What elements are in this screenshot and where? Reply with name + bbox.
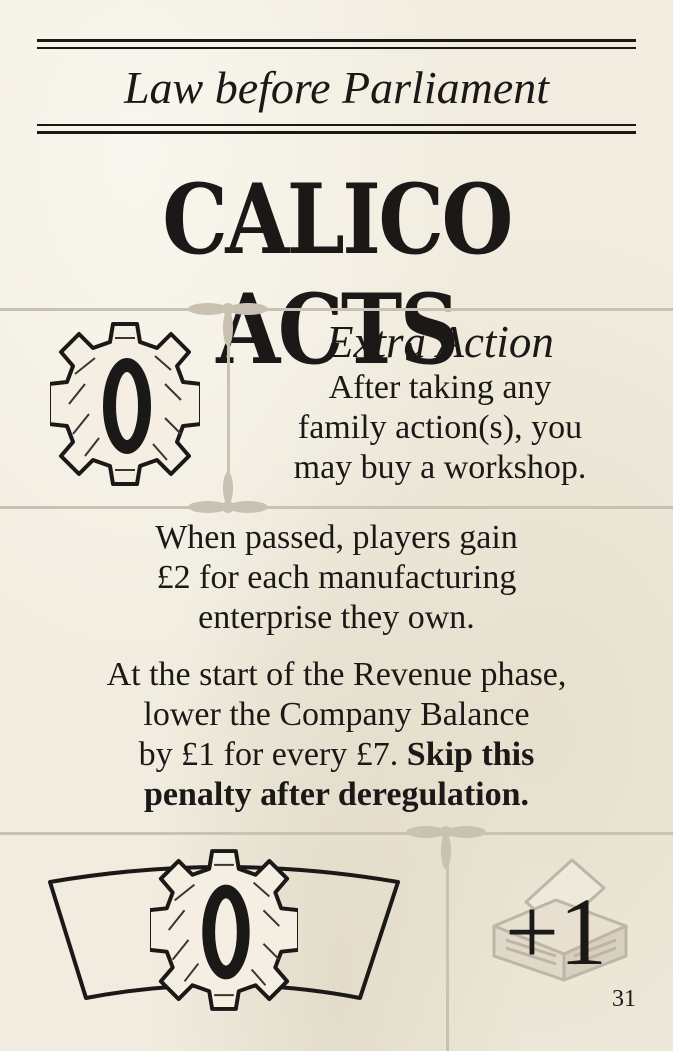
guide-line-lower	[0, 832, 673, 835]
page-number: 31	[612, 986, 636, 1012]
extra-action-body: After taking any family action(s), you m…	[250, 368, 630, 488]
guide-line-upper	[0, 308, 673, 311]
passed-effect-line: When passed, players gain	[155, 519, 518, 556]
extra-action-line: family action(s), you	[297, 409, 583, 446]
revenue-rule-line: At the start of the Revenue phase,	[106, 656, 567, 693]
extra-action-title: Extra Action	[326, 317, 554, 367]
gear-icon	[50, 322, 200, 486]
revenue-rule-bold: penalty after deregulation.	[144, 776, 529, 813]
revenue-rule-text: At the start of the Revenue phase, lower…	[0, 655, 673, 815]
header-rule-top-2	[37, 47, 636, 49]
law-card: Law before Parliament CALICO ACTS Extra …	[0, 0, 673, 1051]
guide-line-middle	[0, 506, 673, 509]
passed-effect-line: £2 for each manufacturing	[156, 559, 517, 596]
header-rule-bottom-2	[37, 131, 636, 134]
revenue-rule-line: lower the Company Balance	[143, 696, 530, 733]
passed-effect-text: When passed, players gain £2 for each ma…	[0, 518, 673, 638]
extra-action-line: After taking any	[328, 369, 552, 406]
revenue-rule-line: by £1 for every £7.	[138, 736, 407, 773]
revenue-rule-bold: Skip this	[406, 736, 535, 773]
passed-effect-line: enterprise they own.	[198, 599, 475, 636]
extra-action-line: may buy a workshop.	[293, 449, 587, 486]
gear-icon	[150, 849, 298, 1011]
header-rule-top-1	[37, 39, 636, 42]
card-subtitle: Law before Parliament	[123, 62, 550, 113]
header-rule-bottom-1	[37, 124, 636, 126]
ornament-lower-icon	[406, 826, 486, 869]
revenue-rule-line-mixed: by £1 for every £7. Skip this	[0, 735, 673, 775]
vote-bonus-value: +1	[504, 878, 608, 985]
